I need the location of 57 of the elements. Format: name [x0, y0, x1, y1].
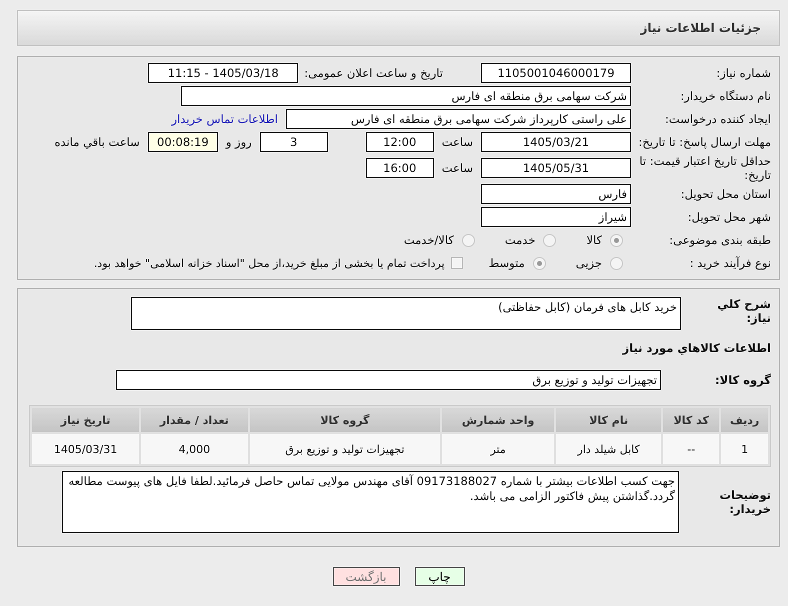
need-number-field: 1105001046000179 — [481, 63, 631, 83]
column-header: واحد شمارش — [442, 408, 554, 432]
buyer-org-field: شرکت سهامی برق منطقه ای فارس — [181, 86, 631, 106]
validity-time-field: 16:00 — [366, 158, 434, 178]
field-label: شهر محل تحویل: — [686, 210, 772, 224]
summary-textarea[interactable]: خرید کابل های فرمان (کابل حفاظتی) — [131, 297, 681, 330]
goods-group-field: تجهیزات تولید و توزیع برق — [116, 370, 661, 390]
table-cell: 1 — [721, 434, 768, 464]
field-label: شماره نیاز: — [715, 66, 772, 80]
column-header: ردیف — [721, 408, 768, 432]
section-heading: اطلاعات کالاهاي مورد نیاز — [621, 340, 772, 357]
remaining-label: ساعت باقي مانده — [54, 135, 140, 149]
province-field: فارس — [481, 184, 631, 204]
time-label: ساعت — [442, 135, 473, 149]
days-label: روز و — [226, 135, 252, 149]
radio-label: خدمت — [504, 233, 536, 247]
table-cell: کابل شیلد دار — [556, 434, 662, 464]
announce-date-field: 1405/03/18 - 11:15 — [148, 63, 298, 83]
time-label: ساعت — [442, 161, 473, 175]
radio-label: متوسط — [488, 256, 525, 270]
radio-label: کالا — [586, 233, 602, 247]
radio-label: کالا/خدمت — [404, 233, 454, 247]
print-button[interactable]: چاپ — [414, 567, 464, 586]
requester-field: علی راستی کارپرداز شرکت سهامی برق منطقه ای فارس — [286, 109, 631, 129]
table-cell: -- — [663, 434, 720, 464]
table-cell: 1405/03/31 — [32, 434, 140, 464]
field-label: نام دستگاه خریدار: — [679, 89, 772, 103]
column-header: گروه کالا — [250, 408, 440, 432]
reply-time-field: 12:00 — [366, 132, 434, 152]
table-cell: 4,000 — [141, 434, 248, 464]
back-button[interactable]: بازگشت — [332, 567, 400, 586]
buyer-notes-textarea[interactable]: جهت کسب اطلاعات بیشتر با شماره 09173188027 آقای مهندس مولایی تماس حاصل فرمائید.لطفا فایل های پیوست مطالعه گردد.گذاشتن پیش فاکتور الزامی می باشد. — [62, 471, 679, 533]
remaining-time-field: 00:08:19 — [148, 132, 218, 152]
buyer-contact-link[interactable]: اطلاعات تماس خریدار — [171, 112, 278, 126]
column-header: کد کالا — [663, 408, 720, 432]
page-title: جزئیات اطلاعات نیاز — [640, 21, 761, 35]
field-label: نوع فرآیند خرید : — [688, 256, 772, 270]
city-field: شیراز — [481, 207, 631, 227]
field-label: ایجاد کننده درخواست: — [664, 112, 772, 126]
field-label: توضیحات خریدار: — [718, 488, 772, 516]
validity-date-field: 1405/05/31 — [481, 158, 631, 178]
radio-label: جزیی — [576, 256, 602, 270]
field-label: طبقه بندی موضوعی: — [668, 233, 772, 247]
column-header: نام کالا — [556, 408, 662, 432]
field-label: گروه کالا: — [714, 373, 772, 387]
reply-date-field: 1405/03/21 — [481, 132, 631, 152]
column-header: تاریخ نیاز — [32, 408, 140, 432]
field-label: تاریخ و ساعت اعلان عمومی: — [304, 66, 443, 80]
table-cell: تجهیزات تولید و توزیع برق — [250, 434, 440, 464]
table-cell: متر — [442, 434, 554, 464]
field-label: حداقل تاریخ اعتبار قیمت: تا تاریخ: — [638, 154, 772, 182]
field-label: شرح کلي نیاز: — [716, 297, 772, 325]
checkbox-label: پرداخت تمام یا بخشی از مبلغ خرید،از محل "اسناد خزانه اسلامی" خواهد بود. — [94, 256, 445, 270]
field-label: استان محل تحویل: — [680, 187, 772, 201]
field-label: مهلت ارسال پاسخ: تا تاریخ: — [637, 135, 772, 149]
days-field: 3 — [260, 132, 328, 152]
column-header: تعداد / مقدار — [141, 408, 248, 432]
